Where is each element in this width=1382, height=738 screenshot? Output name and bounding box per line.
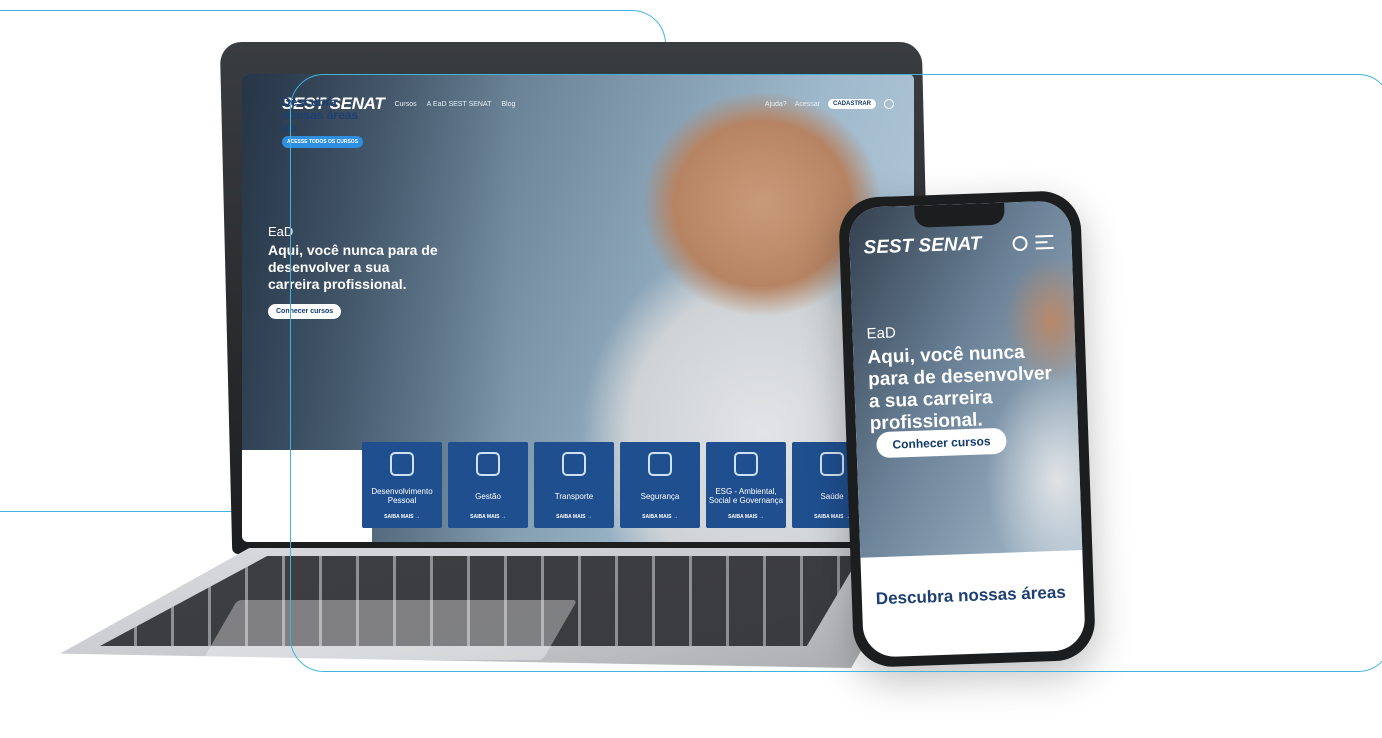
graduation-cap-icon [390, 452, 414, 476]
phone-conhecer-cursos-button[interactable]: Conhecer cursos [876, 427, 1007, 459]
nav-link-cursos[interactable]: Cursos [394, 101, 416, 108]
area-card-seguranca[interactable]: Segurança SAIBA MAIS → [620, 442, 700, 528]
card-label: Gestão [475, 491, 501, 501]
card-label: Desenvolvimento Pessoal [371, 487, 433, 505]
shield-icon [648, 452, 672, 476]
card-label: Saúde [820, 491, 844, 501]
phone-device: SEST SENAT EaD Aqui, você nunca para de … [837, 189, 1097, 669]
phone-screen: SEST SENAT EaD Aqui, você nunca para de … [848, 200, 1086, 658]
card-label: Segurança [640, 491, 680, 501]
card-label: Transporte [554, 491, 594, 501]
saiba-mais-link[interactable]: SAIBA MAIS → [556, 514, 592, 520]
saiba-mais-link[interactable]: SAIBA MAIS → [470, 514, 506, 520]
area-card-desenvolvimento[interactable]: Desenvolvimento Pessoal SAIBA MAIS → [362, 442, 442, 528]
conhecer-cursos-button[interactable]: Conhecer cursos [268, 304, 342, 319]
search-icon[interactable] [884, 99, 894, 109]
laptop-screen: SEST SENAT Cursos A EaD SEST SENAT Blog … [242, 74, 914, 542]
hero-eyebrow: EaD [268, 224, 294, 239]
saiba-mais-link[interactable]: SAIBA MAIS → [814, 514, 850, 520]
help-link[interactable]: Ajuda? [765, 101, 787, 108]
truck-icon [562, 452, 586, 476]
card-label: ESG - Ambiental, Social e Governança [708, 487, 784, 505]
nav-link-ead[interactable]: A EaD SEST SENAT [427, 101, 492, 108]
saiba-mais-link[interactable]: SAIBA MAIS → [642, 514, 678, 520]
phone-logo[interactable]: SEST SENAT [863, 233, 982, 259]
hero-title: Aqui, você nunca para de desenvolver a s… [268, 242, 438, 292]
signup-button[interactable]: CADASTRAR [828, 99, 876, 109]
phone-hero-eyebrow: EaD [866, 324, 897, 343]
leaf-icon [734, 452, 758, 476]
areas-panel [242, 450, 372, 542]
area-card-esg[interactable]: ESG - Ambiental, Social e Governança SAI… [706, 442, 786, 528]
phone-notch [914, 202, 1005, 228]
top-nav: SEST SENAT Cursos A EaD SEST SENAT Blog … [282, 92, 894, 116]
nav-link-blog[interactable]: Blog [501, 101, 515, 108]
saiba-mais-link[interactable]: SAIBA MAIS → [384, 514, 420, 520]
area-cards: Desenvolvimento Pessoal SAIBA MAIS → Ges… [362, 442, 872, 528]
all-courses-button[interactable]: ACESSE TODOS OS CURSOS [282, 136, 364, 148]
area-card-transporte[interactable]: Transporte SAIBA MAIS → [534, 442, 614, 528]
login-link[interactable]: Acessar [795, 101, 820, 108]
phone-hero-title: Aqui, você nunca para de desenvolver a s… [867, 341, 1053, 435]
heart-icon [820, 452, 844, 476]
phone-areas-title: Descubra nossas áreas [875, 582, 1067, 609]
handshake-icon [476, 452, 500, 476]
saiba-mais-link[interactable]: SAIBA MAIS → [728, 514, 764, 520]
hamburger-menu-icon[interactable] [1035, 234, 1054, 250]
laptop-trackpad [202, 600, 578, 660]
area-card-gestao[interactable]: Gestão SAIBA MAIS → [448, 442, 528, 528]
